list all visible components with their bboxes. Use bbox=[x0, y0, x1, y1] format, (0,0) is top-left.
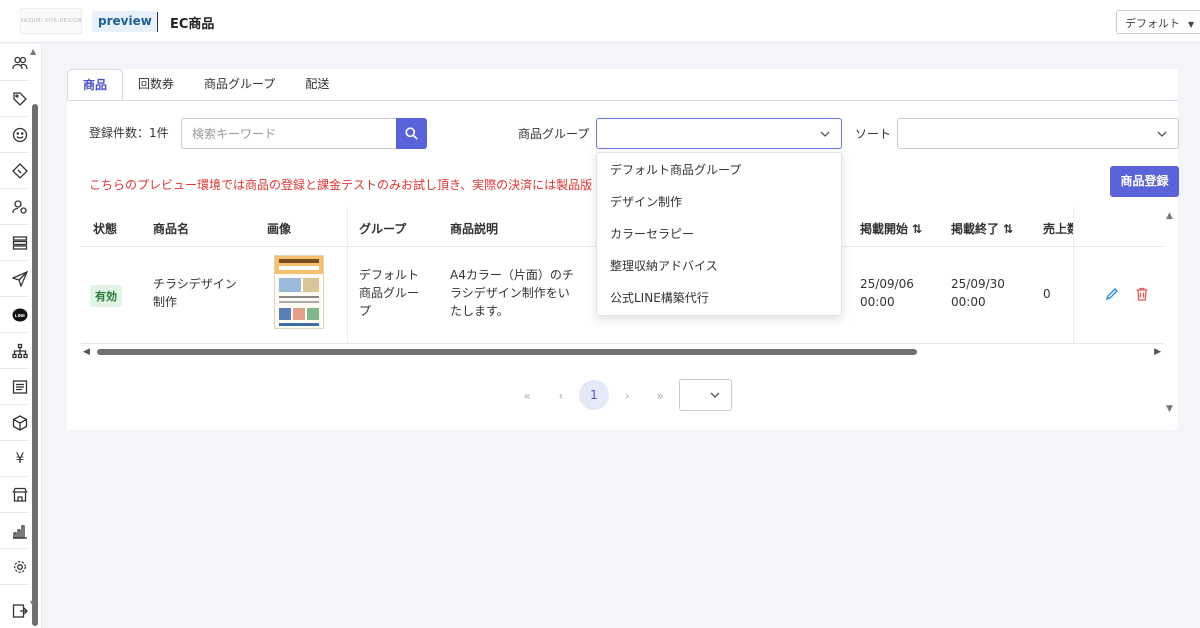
scroll-down-icon[interactable]: ▼ bbox=[1166, 404, 1173, 414]
end-date-cell: 25/09/30 00:00 bbox=[951, 277, 1005, 309]
page-size-select[interactable] bbox=[679, 379, 732, 411]
sidebar-scrollbar[interactable] bbox=[32, 104, 38, 626]
document-icon bbox=[12, 380, 28, 394]
tab-product-groups[interactable]: 商品グループ bbox=[189, 69, 290, 101]
dropdown-option[interactable]: カラーセラピー bbox=[597, 221, 841, 253]
user-settings-icon bbox=[12, 200, 27, 214]
description-cell: A4カラー（片面）のチ ラシデザイン制作をい たします。 bbox=[450, 268, 574, 318]
bar-chart-icon bbox=[13, 525, 27, 539]
nav-item-ticket[interactable] bbox=[9, 160, 31, 182]
column-header-image: 画像 bbox=[267, 222, 292, 236]
scroll-left-icon[interactable]: ◀ bbox=[83, 347, 90, 357]
dropdown-option[interactable]: デザイン制作 bbox=[597, 189, 841, 221]
product-group-dropdown: デフォルト商品グループ デザイン制作 カラーセラピー 整理収納アドバイス 公式L… bbox=[596, 152, 842, 316]
chevron-down-icon bbox=[710, 392, 720, 398]
line-icon: LINE bbox=[12, 308, 28, 322]
nav-item-settings[interactable] bbox=[9, 556, 31, 578]
company-logo[interactable]: KAZUMI SIYA DESIGN bbox=[20, 8, 82, 34]
sort-label: ソート bbox=[855, 127, 892, 141]
store-icon bbox=[12, 487, 28, 502]
gear-icon bbox=[14, 561, 26, 573]
list-icon bbox=[12, 236, 28, 250]
export-icon bbox=[12, 604, 28, 618]
dropdown-option[interactable]: 公式LINE構築代行 bbox=[597, 285, 841, 317]
nav-item-send[interactable] bbox=[9, 268, 31, 290]
preview-notice: こちらのプレビュー環境では商品の登録と課金テストのみお試し頂き、実際の決済には製… bbox=[89, 178, 593, 192]
tab-shipping[interactable]: 配送 bbox=[290, 69, 344, 101]
start-date-cell: 25/09/06 00:00 bbox=[860, 277, 914, 309]
svg-text:LINE: LINE bbox=[15, 313, 25, 318]
sidebar: ▲ ▼ LINE ¥ bbox=[0, 44, 42, 628]
pagination-next[interactable]: › bbox=[617, 389, 637, 403]
product-group-select[interactable] bbox=[596, 118, 842, 149]
chevron-down-icon: ▼ bbox=[1188, 20, 1195, 29]
column-header-status: 状態 bbox=[93, 222, 118, 236]
register-product-button[interactable]: 商品登録 bbox=[1110, 166, 1179, 197]
box-icon bbox=[12, 415, 28, 431]
nav-item-yen[interactable]: ¥ bbox=[9, 448, 31, 470]
scroll-up-icon[interactable]: ▲ bbox=[1166, 211, 1173, 221]
tag-icon bbox=[13, 92, 27, 106]
pagination-current-page[interactable]: 1 bbox=[579, 380, 609, 410]
profile-select-value: デフォルト bbox=[1125, 17, 1180, 30]
dropdown-option[interactable]: 整理収納アドバイス bbox=[597, 253, 841, 285]
nav-item-export[interactable] bbox=[9, 600, 31, 622]
nav-item-tags[interactable] bbox=[9, 88, 31, 110]
logo-text: KAZUMI SIYA DESIGN bbox=[20, 18, 82, 24]
product-name-cell[interactable]: チラシデザイン 制作 bbox=[153, 275, 237, 311]
yen-icon: ¥ bbox=[15, 451, 25, 467]
delete-icon[interactable] bbox=[1134, 286, 1150, 302]
column-header-start[interactable]: 掲載開始 ⇅ bbox=[860, 220, 922, 237]
environment-badge: preview bbox=[92, 11, 158, 32]
pagination-first[interactable]: « bbox=[517, 389, 537, 403]
sort-select[interactable] bbox=[897, 118, 1179, 149]
column-header-name: 商品名 bbox=[153, 222, 190, 236]
column-header-group: グループ bbox=[359, 222, 407, 236]
search-button[interactable] bbox=[396, 118, 427, 149]
nav-item-store[interactable] bbox=[9, 484, 31, 506]
pagination-last[interactable]: » bbox=[650, 389, 670, 403]
sales-count-cell: 0 bbox=[1043, 287, 1051, 301]
page-title: EC商品 bbox=[170, 17, 215, 32]
dropdown-option[interactable]: デフォルト商品グループ bbox=[597, 157, 841, 189]
product-thumbnail[interactable] bbox=[274, 255, 324, 329]
edit-icon[interactable] bbox=[1104, 286, 1120, 302]
nav-item-sitemap[interactable] bbox=[9, 340, 31, 362]
sitemap-icon bbox=[12, 343, 28, 359]
users-icon bbox=[12, 56, 28, 70]
nav-item-box[interactable] bbox=[9, 412, 31, 434]
header-divider bbox=[157, 12, 158, 32]
search-icon bbox=[405, 127, 418, 140]
nav-item-users[interactable] bbox=[9, 52, 31, 74]
scroll-right-icon[interactable]: ▶ bbox=[1154, 347, 1161, 357]
result-count: 登録件数：1件 bbox=[89, 126, 169, 140]
nav-item-analytics[interactable] bbox=[9, 520, 31, 542]
horizontal-scroll-thumb[interactable] bbox=[97, 349, 917, 355]
tab-products[interactable]: 商品 bbox=[67, 69, 124, 101]
nav-item-smile[interactable] bbox=[9, 124, 31, 146]
group-cell: デフォルト 商品グルー プ bbox=[359, 268, 420, 318]
send-icon bbox=[12, 271, 28, 287]
nav-item-line[interactable]: LINE bbox=[9, 304, 31, 326]
chevron-down-icon bbox=[820, 131, 830, 137]
table-horizontal-scrollbar[interactable]: ◀ ▶ bbox=[83, 347, 1161, 357]
tab-bar: 商品 回数券 商品グループ 配送 bbox=[67, 69, 344, 101]
product-group-label: 商品グループ bbox=[518, 127, 590, 141]
column-header-end[interactable]: 掲載終了 ⇅ bbox=[951, 220, 1013, 237]
nav-item-user-settings[interactable] bbox=[9, 196, 31, 218]
column-header-sales: 売上数 bbox=[1043, 222, 1074, 236]
profile-select[interactable]: デフォルト ▼ bbox=[1116, 10, 1200, 34]
pagination-prev[interactable]: ‹ bbox=[551, 389, 571, 403]
nav-item-document[interactable] bbox=[9, 376, 31, 398]
keyword-search-input[interactable] bbox=[181, 118, 397, 149]
smile-icon bbox=[12, 127, 28, 143]
ticket-icon bbox=[12, 163, 28, 179]
app-header: KAZUMI SIYA DESIGN preview EC商品 デフォルト ▼ bbox=[0, 0, 1200, 43]
nav-item-list[interactable] bbox=[9, 232, 31, 254]
column-header-description: 商品説明 bbox=[450, 222, 499, 236]
status-badge: 有効 bbox=[90, 285, 122, 307]
tab-coupon-tickets[interactable]: 回数券 bbox=[123, 69, 189, 101]
chevron-down-icon bbox=[1157, 131, 1167, 137]
